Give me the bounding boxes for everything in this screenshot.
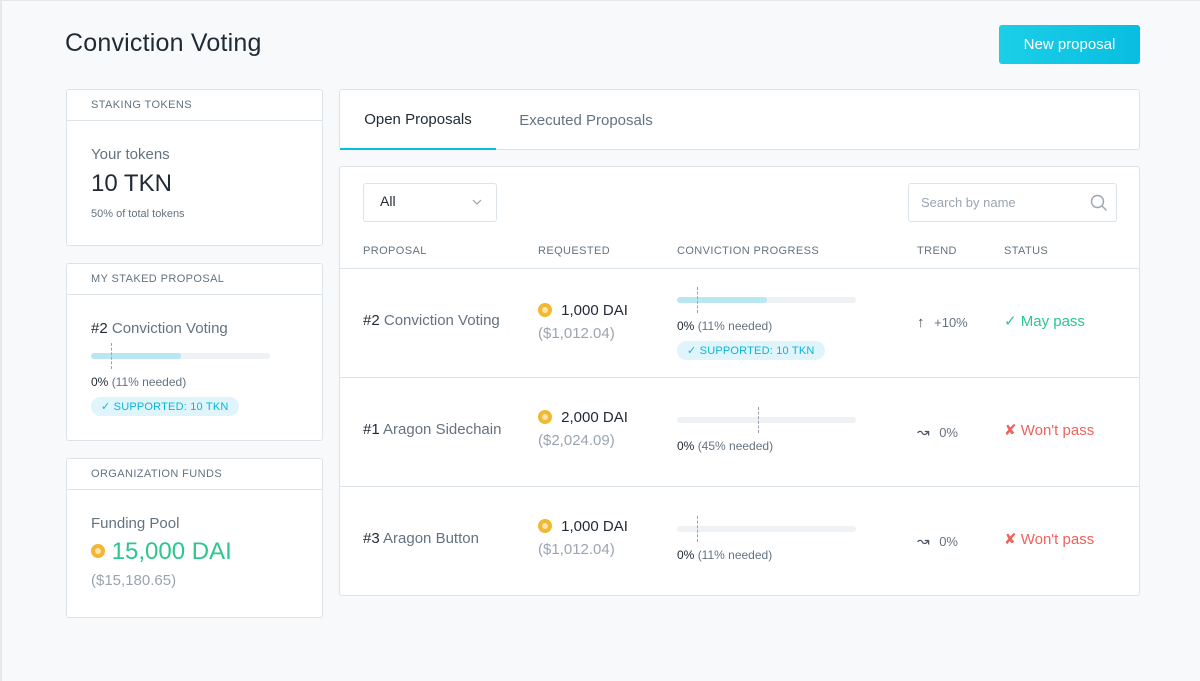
requested-usd: ($2,024.09) <box>538 432 615 449</box>
conviction-progress-bar <box>677 287 856 313</box>
trend: ↝ 0% <box>917 532 958 550</box>
table-row[interactable]: #1 Aragon Sidechain 2,000 DAI ($2,024.09… <box>340 377 1139 486</box>
dai-coin-icon <box>91 543 105 558</box>
supported-badge: ✓ SUPPORTED: 10 TKN <box>91 397 239 416</box>
status-label: ✘ Won't pass <box>1004 422 1095 439</box>
table-row[interactable]: #2 Conviction Voting 1,000 DAI ($1,012.0… <box>340 268 1139 377</box>
trend-icon: ↑ <box>917 314 925 331</box>
dai-coin-icon <box>538 409 552 424</box>
column-header-trend: TREND <box>917 245 957 257</box>
funding-pool-label: Funding Pool <box>91 515 180 532</box>
tab-executed-proposals[interactable]: Executed Proposals <box>496 90 676 150</box>
trend: ↑ +10% <box>917 314 968 331</box>
search-icon <box>1090 194 1107 211</box>
trend-value: 0% <box>939 534 958 549</box>
trend-value: 0% <box>939 425 958 440</box>
filter-value: All <box>380 193 396 209</box>
requested-usd: ($1,012.04) <box>538 325 615 342</box>
proposal-name: Conviction Voting <box>383 312 500 329</box>
status-label: ✓ May pass <box>1004 313 1085 330</box>
supported-badge: ✓ SUPPORTED: 10 TKN <box>677 341 825 360</box>
proposal-number: #3 <box>363 530 380 547</box>
dai-coin-icon <box>538 302 552 317</box>
my-staked-proposal-card: MY STAKED PROPOSAL #2 Conviction Voting … <box>66 263 323 441</box>
proposal-title[interactable]: #3 Aragon Button <box>363 530 479 547</box>
trend-icon: ↝ <box>917 424 930 441</box>
progress-percent: 0% <box>91 375 109 389</box>
needed-percent: (11% needed) <box>697 319 773 333</box>
requested-dai: 2,000 DAI <box>561 409 628 426</box>
requested-dai: 1,000 DAI <box>561 518 628 535</box>
conviction-progress-text: 0% (11% needed) <box>677 548 772 562</box>
proposal-number: #2 <box>363 312 380 329</box>
progress-percent: 0% <box>677 319 695 333</box>
organization-funds-card: ORGANIZATION FUNDS Funding Pool 15,000 D… <box>66 458 323 618</box>
funding-pool-amount: 15,000 DAI <box>91 538 232 566</box>
requested-usd: ($1,012.04) <box>538 541 615 558</box>
requested-amount: 1,000 DAI <box>538 302 628 319</box>
new-proposal-button[interactable]: New proposal <box>999 25 1140 64</box>
your-tokens-label: Your tokens <box>91 146 170 163</box>
table-row[interactable]: #3 Aragon Button 1,000 DAI ($1,012.04) 0… <box>340 486 1139 595</box>
needed-percent: (11% needed) <box>111 375 187 389</box>
needed-marker <box>696 516 698 542</box>
requested-amount: 1,000 DAI <box>538 518 628 535</box>
staked-proposal-number: #2 <box>91 320 108 337</box>
conviction-progress-text: 0% (11% needed) <box>677 319 772 333</box>
proposal-title[interactable]: #2 Conviction Voting <box>363 312 500 329</box>
needed-percent: (45% needed) <box>697 439 774 453</box>
column-header-status: STATUS <box>1004 245 1049 257</box>
search-input[interactable]: Search by name <box>908 183 1117 222</box>
requested-amount: 2,000 DAI <box>538 409 628 426</box>
tab-open-proposals[interactable]: Open Proposals <box>340 90 496 150</box>
staking-tokens-heading: STAKING TOKENS <box>67 90 322 121</box>
proposal-title[interactable]: #1 Aragon Sidechain <box>363 421 501 438</box>
staked-proposal-name: Conviction Voting <box>111 320 228 337</box>
staked-proposal-title[interactable]: #2 Conviction Voting <box>91 320 228 337</box>
trend-icon: ↝ <box>917 533 930 550</box>
needed-marker <box>110 343 112 369</box>
proposal-name: Aragon Sidechain <box>383 421 502 438</box>
proposal-number: #1 <box>363 421 380 438</box>
status-filter-dropdown[interactable]: All <box>363 183 497 222</box>
progress-percent: 0% <box>677 548 695 562</box>
chevron-down-icon <box>472 199 482 205</box>
funding-pool-usd: ($15,180.65) <box>91 572 177 589</box>
column-header-proposal: PROPOSAL <box>363 245 427 257</box>
organization-funds-heading: ORGANIZATION FUNDS <box>67 459 322 490</box>
progress-fill <box>91 353 181 359</box>
requested-dai: 1,000 DAI <box>561 302 628 319</box>
staked-progress-bar <box>91 343 270 369</box>
trend-value: +10% <box>934 315 968 330</box>
needed-percent: (11% needed) <box>697 548 773 562</box>
column-header-requested: REQUESTED <box>538 245 611 257</box>
needed-marker <box>757 407 759 433</box>
progress-fill <box>677 297 767 303</box>
proposal-name: Aragon Button <box>383 530 479 547</box>
dai-coin-icon <box>538 518 552 533</box>
my-staked-heading: MY STAKED PROPOSAL <box>67 264 322 295</box>
funding-pool-value: 15,000 DAI <box>111 538 232 565</box>
column-header-conviction-progress: CONVICTION PROGRESS <box>677 245 820 257</box>
progress-percent: 0% <box>677 439 695 453</box>
trend: ↝ 0% <box>917 423 958 441</box>
conviction-progress-text: 0% (45% needed) <box>677 439 773 453</box>
conviction-progress-bar <box>677 516 856 542</box>
your-tokens-amount: 10 TKN <box>91 170 172 197</box>
status-label: ✘ Won't pass <box>1004 531 1095 548</box>
needed-marker <box>696 287 698 313</box>
staking-tokens-card: STAKING TOKENS Your tokens 10 TKN 50% of… <box>66 89 323 246</box>
proposal-tabs: Open Proposals Executed Proposals <box>339 89 1140 150</box>
staked-progress-text: 0% (11% needed) <box>91 375 186 389</box>
conviction-progress-bar <box>677 407 856 433</box>
search-placeholder: Search by name <box>921 195 1016 210</box>
page-title: Conviction Voting <box>65 29 262 57</box>
proposals-table: All Search by name PROPOSAL REQUESTED CO… <box>339 166 1140 596</box>
token-share: 50% of total tokens <box>91 208 185 220</box>
